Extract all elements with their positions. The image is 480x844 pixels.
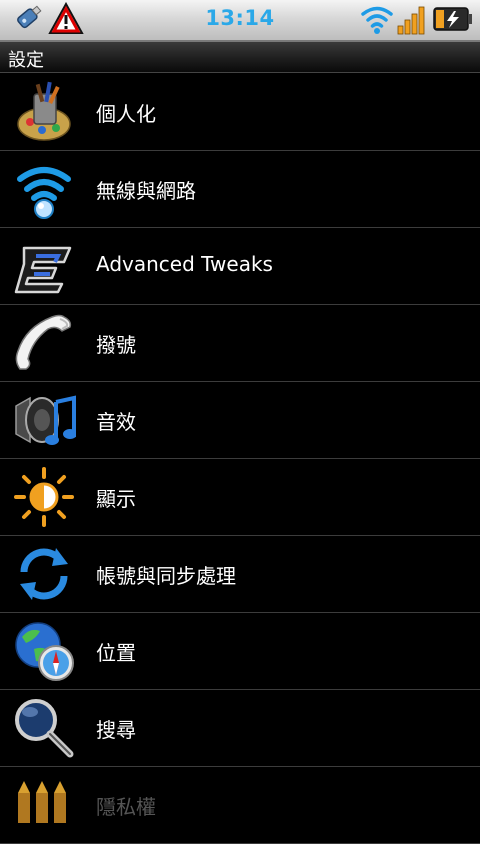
settings-item-call[interactable]: 撥號 [0,305,480,382]
privacy-icon [12,773,76,837]
settings-item-sound[interactable]: 音效 [0,382,480,459]
location-icon [12,619,76,683]
settings-item-label: 顯示 [96,487,136,511]
page-title: 設定 [8,50,44,71]
settings-item-personalize[interactable]: 個人化 [0,74,480,151]
signal-icon [396,2,430,40]
settings-item-label: 帳號與同步處理 [96,564,236,588]
status-bar[interactable]: 13:14 [0,0,480,42]
settings-item-location[interactable]: 位置 [0,613,480,690]
settings-item-label: 搜尋 [96,718,136,742]
display-icon [12,465,76,529]
sound-icon [12,388,77,452]
settings-item-search[interactable]: 搜尋 [0,690,480,767]
settings-item-label: 位置 [96,641,136,665]
settings-item-label: 音效 [96,410,136,434]
tweaks-icon [12,234,76,298]
search-icon [12,696,76,760]
settings-item-label: 個人化 [96,102,156,126]
settings-item-label: Advanced Tweaks [96,252,273,276]
sync-icon [12,542,76,606]
wifi-icon [360,2,394,40]
personalize-icon [12,80,76,144]
settings-item-wireless[interactable]: 無線與網路 [0,151,480,228]
settings-item-accounts-sync[interactable]: 帳號與同步處理 [0,536,480,613]
settings-item-label: 撥號 [96,333,136,357]
settings-item-display[interactable]: 顯示 [0,459,480,536]
settings-list: 個人化 無線與網路 Advanced Tweaks 撥號 音效 顯示 帳號與同步… [0,74,480,844]
battery-charging-icon [432,2,474,40]
settings-item-advanced-tweaks[interactable]: Advanced Tweaks [0,228,480,305]
wireless-icon [12,157,76,221]
title-bar: 設定 [0,42,480,73]
settings-item-label: 無線與網路 [96,179,196,203]
settings-item-label: 隱私權 [96,795,156,819]
phone-icon [12,311,76,375]
settings-item-privacy[interactable]: 隱私權 [0,767,480,844]
